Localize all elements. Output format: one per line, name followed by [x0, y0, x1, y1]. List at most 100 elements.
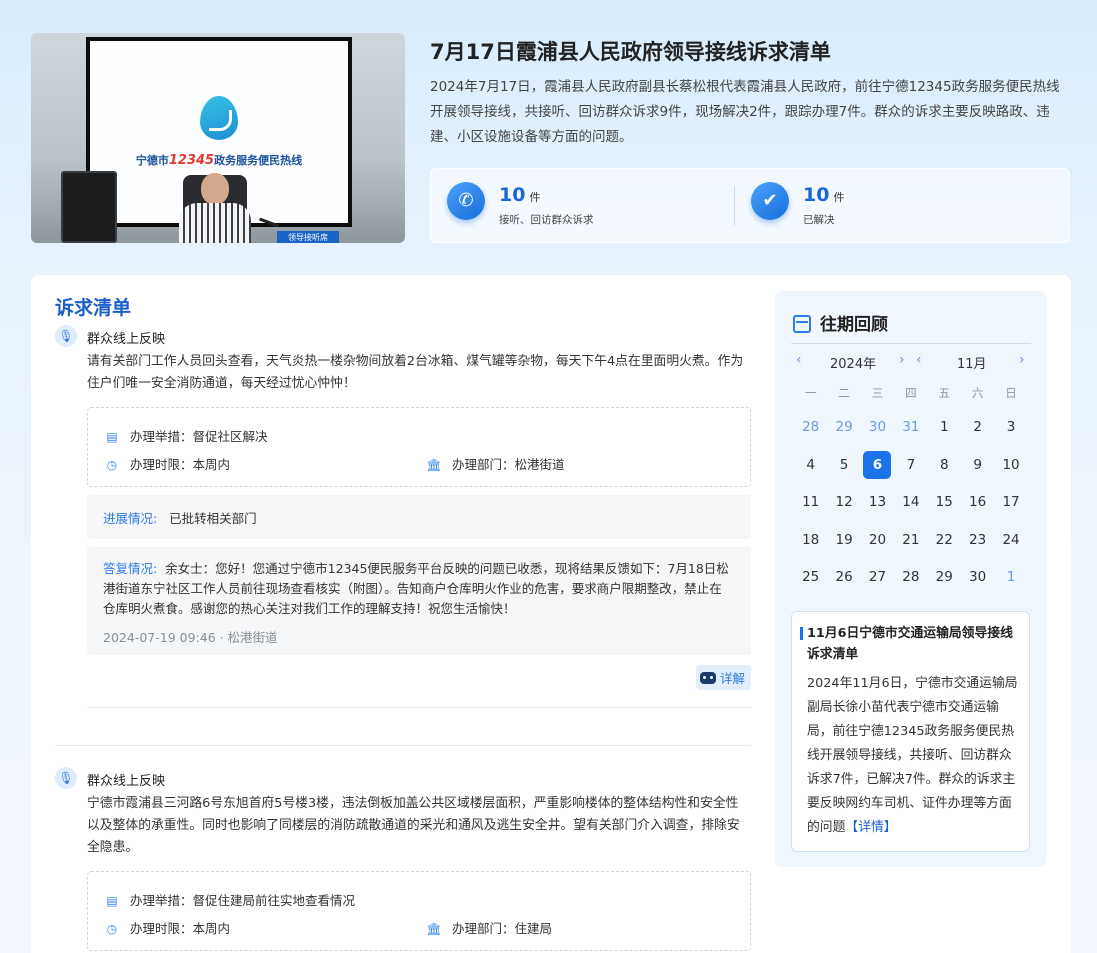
details-link[interactable]: 【详情】: [845, 820, 896, 835]
month-selector[interactable]: 11月: [957, 353, 987, 372]
stat-unit: 件: [529, 191, 541, 204]
screen-text: 宁德市12345政务服务便民热线: [135, 153, 303, 168]
deadline-row: ◷ 办理时限：本周内: [104, 918, 230, 937]
calendar-day[interactable]: 30: [961, 559, 994, 597]
calendar-day[interactable]: 29: [827, 409, 860, 447]
microphone-icon: 🎙: [55, 325, 77, 347]
calendar-day[interactable]: 1: [928, 409, 961, 447]
calendar-day[interactable]: 21: [894, 522, 927, 560]
reply-label: 答复情况:: [103, 561, 158, 576]
divider: [87, 707, 751, 708]
calendar-day[interactable]: 12: [827, 484, 860, 522]
calendar-day[interactable]: 4: [794, 447, 827, 485]
calendar-day[interactable]: 20: [861, 522, 894, 560]
calendar-day[interactable]: 10: [994, 447, 1027, 485]
calendar-day[interactable]: 3: [994, 409, 1027, 447]
stats-card: ✆ 10 件 接听、回访群众诉求 ✔ 10 件 已解决: [430, 168, 1070, 243]
calendar-day[interactable]: 8: [928, 447, 961, 485]
calendar-day[interactable]: 13: [861, 484, 894, 522]
calendar-day[interactable]: 29: [928, 559, 961, 597]
deadline-row: ◷ 办理时限：本周内: [104, 454, 230, 473]
reply-text: 余女士：您好！您通过宁德市12345便民服务平台反映的问题已收悉，现将结果反馈如…: [103, 561, 729, 616]
department-row: 🏛 办理部门：住建局: [426, 921, 553, 936]
calendar-day[interactable]: 22: [928, 522, 961, 560]
year-selector[interactable]: 2024年: [830, 353, 876, 372]
source-label: 群众线上反映: [87, 332, 166, 347]
stat-unit: 件: [833, 191, 845, 204]
clock-icon: ◷: [106, 922, 118, 936]
divider: [734, 186, 735, 226]
complaint-text: 请有关部门工作人员回头查看，天气炎热一楼杂物间放着2台冰箱、煤气罐等杂物，每天下…: [87, 354, 744, 391]
news-card[interactable]: 11月6日宁德市交通运输局领导接线诉求清单 2024年11月6日，宁德市交通运输…: [791, 611, 1030, 852]
calendar-grid: 一二三四五六日 28 29 30 31 1 2 3 4 5 6 7 8 9 10 11 12 13 14 15 16 17…: [794, 377, 1028, 597]
department-row: 🏛 办理部门：松港街道: [426, 457, 565, 472]
section-title: 诉求清单: [55, 297, 132, 319]
calendar-day[interactable]: 16: [961, 484, 994, 522]
weekday-label: 四: [905, 386, 917, 400]
complaint-text: 宁德市霞浦县三河路6号东旭首府5号楼3楼，违法倒板加盖公共区域楼层面积，严重影响…: [87, 796, 740, 855]
next-year-button[interactable]: ›: [899, 352, 905, 368]
calendar-day[interactable]: 7: [894, 447, 927, 485]
calendar-day[interactable]: 28: [894, 559, 927, 597]
hero-photo[interactable]: 宁德市12345政务服务便民热线 领导接听席: [31, 33, 405, 243]
reply-box: 答复情况: 余女士：您好！您通过宁德市12345便民服务平台反映的问题已收悉，现…: [87, 547, 751, 655]
list-item: 🎙 群众线上反映 请有关部门工作人员回头查看，天气炎热一楼杂物间放着2台冰箱、煤…: [55, 325, 751, 695]
calendar-day[interactable]: 15: [928, 484, 961, 522]
hero-description: 2024年7月17日，霞浦县人民政府副县长蔡松根代表霞浦县人民政府，前往宁德12…: [430, 79, 1060, 145]
calendar-day[interactable]: 19: [827, 522, 860, 560]
check-icon: ✔: [751, 182, 789, 220]
clipboard-icon: ▤: [106, 430, 118, 444]
history-sidebar: 往期回顾 ‹ 2024年 › ‹ 11月 › 一二三四五六日 28 29 30 31 1 2…: [775, 291, 1046, 867]
page-title: 7月17日霞浦县人民政府领导接线诉求清单: [430, 40, 831, 64]
progress-label: 进展情况:: [103, 511, 158, 526]
weekday-label: 六: [971, 386, 984, 400]
calendar-day[interactable]: 2: [961, 409, 994, 447]
stat-label: 已解决: [803, 214, 835, 226]
progress-text: 已批转相关部门: [169, 511, 257, 526]
calendar-day[interactable]: 26: [827, 559, 860, 597]
hero-section: 宁德市12345政务服务便民热线 领导接听席 7月17日霞浦县人民政府领导接线诉…: [31, 33, 1070, 245]
detail-button[interactable]: 详解: [695, 665, 751, 690]
building-icon: 🏛: [426, 922, 442, 936]
building-icon: 🏛: [426, 458, 442, 472]
calendar-day[interactable]: 27: [861, 559, 894, 597]
news-title[interactable]: 11月6日宁德市交通运输局领导接线诉求清单: [807, 623, 1019, 665]
clipboard-icon: ▤: [106, 894, 118, 908]
weekday-label: 日: [1005, 386, 1017, 400]
speaker-figure: [179, 173, 251, 243]
calendar-day[interactable]: 17: [994, 484, 1027, 522]
calendar-day[interactable]: 28: [794, 409, 827, 447]
divider: [55, 745, 751, 746]
reply-meta: 2024-07-19 09:46 · 松港街道: [103, 630, 278, 645]
phone-icon: ✆: [447, 182, 485, 220]
list-item: 🎙 群众线上反映 宁德市霞浦县三河路6号东旭首府5号楼3楼，违法倒板加盖公共区域…: [55, 767, 751, 951]
stat-label: 接听、回访群众诉求: [499, 214, 594, 226]
clock-icon: ◷: [106, 458, 118, 472]
calendar-day[interactable]: 9: [961, 447, 994, 485]
calendar-day[interactable]: 25: [794, 559, 827, 597]
divider: [791, 343, 1031, 344]
calendar-day[interactable]: 14: [894, 484, 927, 522]
weekday-label: 二: [838, 386, 850, 400]
calendar-day[interactable]: 5: [827, 447, 860, 485]
calendar-day-selected[interactable]: 6: [861, 447, 894, 485]
stat-number: 10: [803, 184, 830, 206]
next-month-button[interactable]: ›: [1019, 352, 1025, 368]
calendar-day[interactable]: 18: [794, 522, 827, 560]
source-label: 群众线上反映: [87, 774, 166, 789]
calendar-day[interactable]: 11: [794, 484, 827, 522]
handling-box: ▤ 办理举措：督促社区解决 ◷ 办理时限：本周内 🏛 办理部门：松港街道: [87, 407, 751, 487]
calendar-day[interactable]: 1: [994, 559, 1027, 597]
calendar-day[interactable]: 24: [994, 522, 1027, 560]
calendar-day[interactable]: 31: [894, 409, 927, 447]
microphone-icon: 🎙: [55, 767, 77, 789]
desk-sign: 领导接听席: [277, 231, 339, 243]
weekday-label: 一: [804, 386, 817, 400]
weekday-label: 五: [938, 386, 951, 400]
prev-year-button[interactable]: ‹: [796, 352, 802, 368]
prev-month-button[interactable]: ‹: [916, 352, 922, 368]
progress-box: 进展情况: 已批转相关部门: [87, 495, 751, 539]
main-panel: 诉求清单 🎙 群众线上反映 请有关部门工作人员回头查看，天气炎热一楼杂物间放着2…: [31, 275, 1071, 953]
calendar-day[interactable]: 23: [961, 522, 994, 560]
calendar-day[interactable]: 30: [861, 409, 894, 447]
